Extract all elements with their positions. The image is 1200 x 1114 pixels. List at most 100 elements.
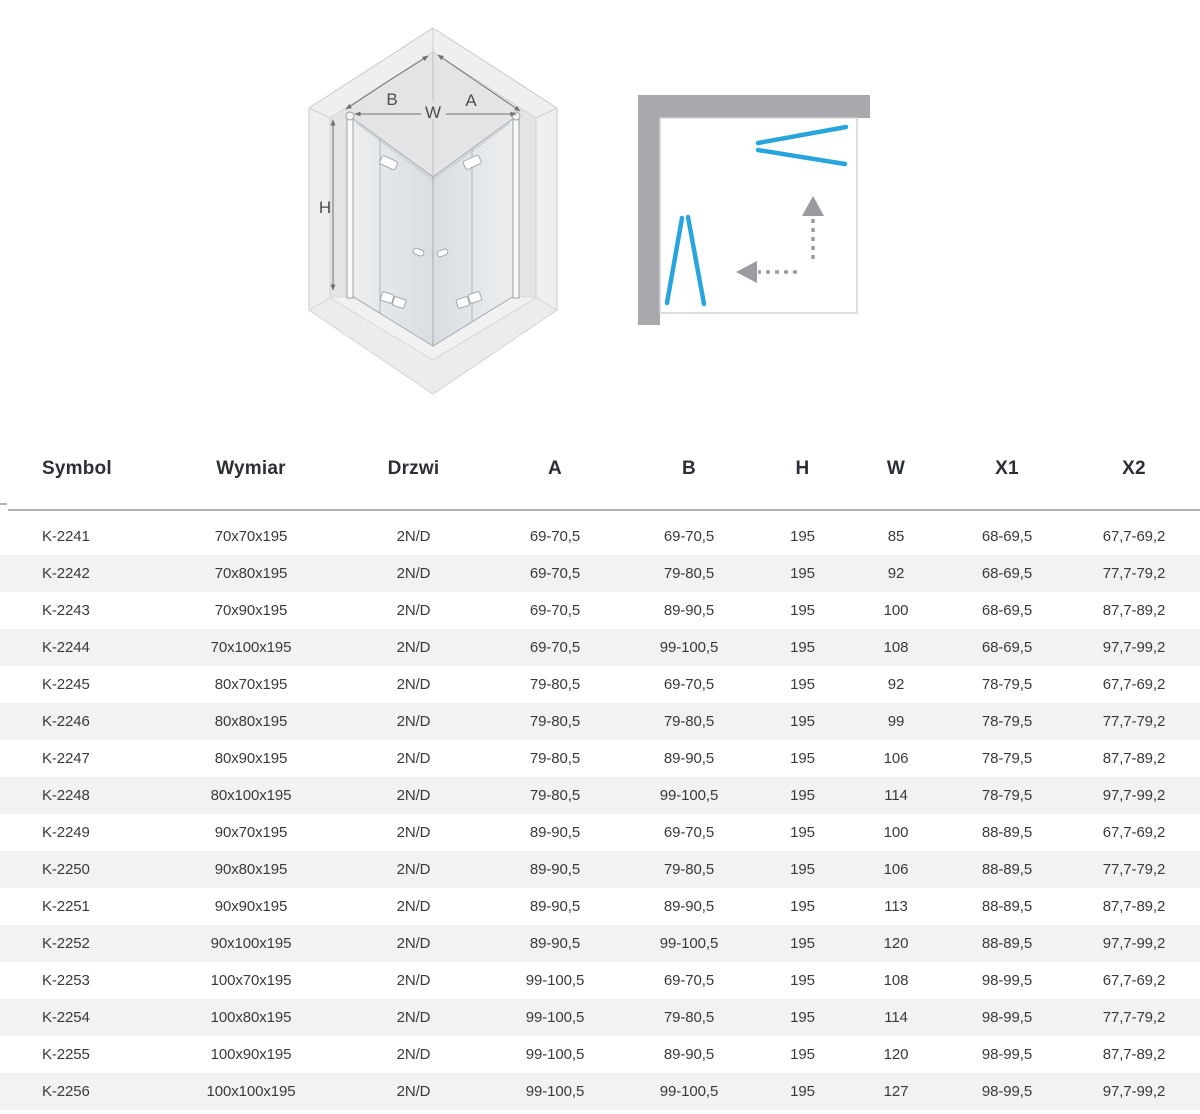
table-cell: 2N/D <box>336 703 491 740</box>
column-header-h: H <box>759 452 846 486</box>
table-cell: 99-100,5 <box>619 777 759 814</box>
dim-label-w: W <box>425 103 441 122</box>
table-cell: 195 <box>759 592 846 629</box>
table-cell: K-2245 <box>0 666 166 703</box>
table-cell: 69-70,5 <box>619 814 759 851</box>
column-header-x2: X2 <box>1068 452 1200 486</box>
table-cell: 78-79,5 <box>946 666 1068 703</box>
table-cell: 100x90x195 <box>166 1036 336 1073</box>
table-row: K-224580x70x1952N/D79-80,569-70,51959278… <box>0 666 1200 703</box>
table-cell: K-2242 <box>0 555 166 592</box>
table-cell: 88-89,5 <box>946 851 1068 888</box>
table-cell: 70x100x195 <box>166 629 336 666</box>
table-cell: 77,7-79,2 <box>1068 851 1200 888</box>
table-cell: 67,7-69,2 <box>1068 814 1200 851</box>
table-cell: 99-100,5 <box>491 1036 619 1073</box>
table-cell: 89-90,5 <box>619 1036 759 1073</box>
table-cell: 195 <box>759 666 846 703</box>
table-cell: 99-100,5 <box>491 962 619 999</box>
table-cell: 106 <box>846 851 946 888</box>
table-cell: 69-70,5 <box>619 666 759 703</box>
table-cell: 2N/D <box>336 777 491 814</box>
table-cell: K-2253 <box>0 962 166 999</box>
table-cell: 2N/D <box>336 1073 491 1110</box>
table-cell: 69-70,5 <box>491 592 619 629</box>
table-cell: 98-99,5 <box>946 999 1068 1036</box>
table-cell: 92 <box>846 555 946 592</box>
table-cell: 77,7-79,2 <box>1068 555 1200 592</box>
table-cell: 68-69,5 <box>946 629 1068 666</box>
table-row: K-2256100x100x1952N/D99-100,599-100,5195… <box>0 1073 1200 1110</box>
table-cell: K-2256 <box>0 1073 166 1110</box>
table-row: K-224880x100x1952N/D79-80,599-100,519511… <box>0 777 1200 814</box>
table-cell: K-2244 <box>0 629 166 666</box>
table-cell: 67,7-69,2 <box>1068 518 1200 555</box>
table-cell: K-2249 <box>0 814 166 851</box>
table-cell: 80x70x195 <box>166 666 336 703</box>
column-header-a: A <box>491 452 619 486</box>
table-cell: K-2246 <box>0 703 166 740</box>
table-cell: 2N/D <box>336 925 491 962</box>
table-cell: K-2248 <box>0 777 166 814</box>
table-cell: 89-90,5 <box>619 592 759 629</box>
table-cell: 88-89,5 <box>946 888 1068 925</box>
table-header-row: Symbol Wymiar Drzwi A B H W X1 X2 <box>0 452 1200 486</box>
table-cell: 89-90,5 <box>491 814 619 851</box>
column-header-drzwi: Drzwi <box>336 452 491 486</box>
table-cell: K-2252 <box>0 925 166 962</box>
table-cell: 2N/D <box>336 962 491 999</box>
table-cell: 99-100,5 <box>491 999 619 1036</box>
table-cell: 79-80,5 <box>491 777 619 814</box>
table-cell: 78-79,5 <box>946 777 1068 814</box>
table-cell: 113 <box>846 888 946 925</box>
table-cell: 120 <box>846 1036 946 1073</box>
table-cell: 108 <box>846 962 946 999</box>
table-cell: 2N/D <box>336 1036 491 1073</box>
table-cell: 2N/D <box>336 555 491 592</box>
table-row: K-224370x90x1952N/D69-70,589-90,51951006… <box>0 592 1200 629</box>
table-cell: 195 <box>759 740 846 777</box>
table-cell: 79-80,5 <box>491 740 619 777</box>
table-cell: K-2250 <box>0 851 166 888</box>
table-cell: 80x90x195 <box>166 740 336 777</box>
table-cell: 69-70,5 <box>491 555 619 592</box>
table-cell: 88-89,5 <box>946 925 1068 962</box>
isometric-enclosure-diagram: B A W H <box>303 8 563 398</box>
table-cell: K-2251 <box>0 888 166 925</box>
table-cell: 195 <box>759 777 846 814</box>
table-cell: 2N/D <box>336 592 491 629</box>
table-cell: 106 <box>846 740 946 777</box>
table-cell: 195 <box>759 555 846 592</box>
table-row: K-2255100x90x1952N/D99-100,589-90,519512… <box>0 1036 1200 1073</box>
table-cell: 100x100x195 <box>166 1073 336 1110</box>
table-cell: 120 <box>846 925 946 962</box>
table-cell: 195 <box>759 1073 846 1110</box>
table-cell: 99-100,5 <box>491 1073 619 1110</box>
table-cell: 79-80,5 <box>491 666 619 703</box>
table-cell: K-2241 <box>0 518 166 555</box>
table-cell: 2N/D <box>336 666 491 703</box>
table-row: K-224780x90x1952N/D79-80,589-90,51951067… <box>0 740 1200 777</box>
table-row: K-2253100x70x1952N/D99-100,569-70,519510… <box>0 962 1200 999</box>
table-cell: 68-69,5 <box>946 592 1068 629</box>
table-cell: 97,7-99,2 <box>1068 1073 1200 1110</box>
table-cell: 100 <box>846 592 946 629</box>
table-cell: 88-89,5 <box>946 814 1068 851</box>
table-cell: 68-69,5 <box>946 518 1068 555</box>
table-row: K-225090x80x1952N/D89-90,579-80,51951068… <box>0 851 1200 888</box>
table-cell: 89-90,5 <box>619 740 759 777</box>
table-cell: 195 <box>759 518 846 555</box>
table-cell: 2N/D <box>336 740 491 777</box>
column-header-b: B <box>619 452 759 486</box>
datasheet-page: B A W H Symbol Wymiar Drzwi A B <box>0 0 1200 1114</box>
dim-label-a: A <box>465 91 477 110</box>
table-cell: 80x100x195 <box>166 777 336 814</box>
table-cell: 195 <box>759 814 846 851</box>
table-cell: 114 <box>846 999 946 1036</box>
table-row: K-225290x100x1952N/D89-90,599-100,519512… <box>0 925 1200 962</box>
table-cell: 87,7-89,2 <box>1068 592 1200 629</box>
table-cell: 2N/D <box>336 518 491 555</box>
table-cell: 78-79,5 <box>946 703 1068 740</box>
table-cell: K-2247 <box>0 740 166 777</box>
column-header-w: W <box>846 452 946 486</box>
